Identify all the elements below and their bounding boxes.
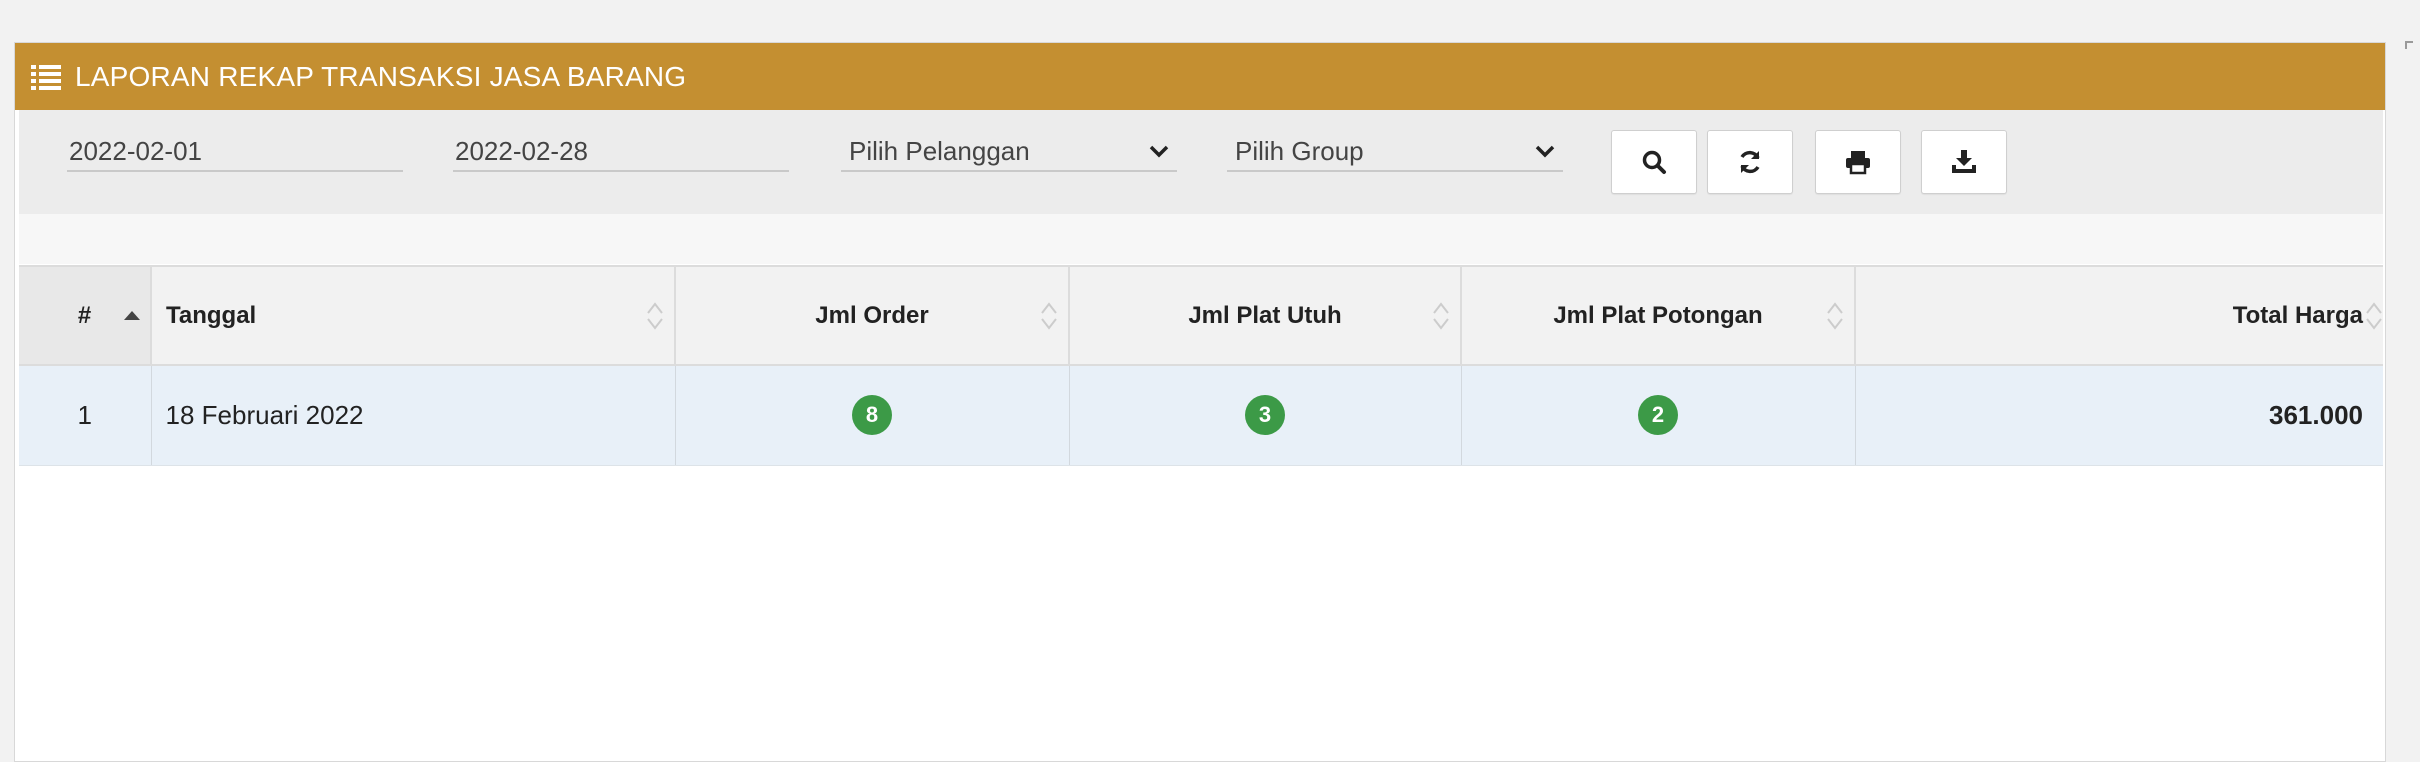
panel-header: LAPORAN REKAP TRANSAKSI JASA BARANG xyxy=(15,43,2385,110)
cell-tanggal: 18 Februari 2022 xyxy=(151,365,676,466)
column-header-label: Jml Order xyxy=(815,301,929,329)
column-header-total-harga[interactable]: Total Harga xyxy=(1855,265,2383,366)
download-icon xyxy=(1952,150,1976,173)
refresh-button[interactable] xyxy=(1707,130,1793,194)
cell-total-harga: 361.000 xyxy=(1855,365,2383,466)
print-button[interactable] xyxy=(1815,130,1901,194)
sort-icon xyxy=(1041,301,1057,330)
cell-jml-plat-utuh: 3 xyxy=(1069,365,1462,466)
column-header-label: Jml Plat Potongan xyxy=(1553,301,1763,329)
customer-select[interactable]: Pilih Pelanggan xyxy=(841,132,1177,172)
date-to-field[interactable]: 2022-02-28 xyxy=(453,132,789,172)
column-header-label: Total Harga xyxy=(2232,301,2363,329)
search-button[interactable] xyxy=(1611,130,1697,194)
sort-asc-icon xyxy=(124,310,140,320)
chevron-down-icon xyxy=(1149,145,1169,158)
list-icon xyxy=(31,62,61,92)
cell-jml-order: 8 xyxy=(675,365,1070,466)
download-button[interactable] xyxy=(1921,130,2007,194)
column-header-label: # xyxy=(77,301,92,329)
report-panel: LAPORAN REKAP TRANSAKSI JASA BARANG 2022… xyxy=(14,42,2386,762)
column-header-tanggal[interactable]: Tanggal xyxy=(151,265,676,366)
print-icon xyxy=(1846,151,1870,175)
chevron-down-icon xyxy=(1535,145,1555,158)
sort-icon xyxy=(1827,301,1843,330)
count-badge: 3 xyxy=(1245,395,1285,436)
column-header-number[interactable]: # xyxy=(19,265,152,366)
report-table: # Tanggal Jml Order Jml Plat Utuh Jml Pl… xyxy=(19,265,2383,466)
group-select[interactable]: Pilih Group xyxy=(1227,132,1563,172)
column-header-jml-plat-potongan[interactable]: Jml Plat Potongan xyxy=(1461,265,1856,366)
resize-corner-icon xyxy=(2405,41,2413,49)
date-from-value: 2022-02-01 xyxy=(69,135,202,166)
date-from-field[interactable]: 2022-02-01 xyxy=(67,132,403,172)
date-to-value: 2022-02-28 xyxy=(455,135,588,166)
count-badge: 8 xyxy=(852,395,892,436)
refresh-icon xyxy=(1740,150,1760,174)
count-badge: 2 xyxy=(1638,395,1678,436)
filter-bar: 2022-02-01 2022-02-28 Pilih Pelanggan Pi… xyxy=(19,110,2383,214)
customer-select-value: Pilih Pelanggan xyxy=(849,135,1030,166)
search-icon xyxy=(1642,150,1666,174)
sort-icon xyxy=(1433,301,1449,330)
table-row[interactable]: 1 18 Februari 2022 8 3 2 361.000 xyxy=(19,365,2383,466)
group-select-value: Pilih Group xyxy=(1235,135,1364,166)
sort-icon xyxy=(2366,301,2382,330)
column-header-jml-plat-utuh[interactable]: Jml Plat Utuh xyxy=(1069,265,1462,366)
page-title: LAPORAN REKAP TRANSAKSI JASA BARANG xyxy=(75,60,687,92)
column-header-label: Tanggal xyxy=(166,301,257,329)
table-header-row: # Tanggal Jml Order Jml Plat Utuh Jml Pl… xyxy=(19,265,2383,366)
column-header-jml-order[interactable]: Jml Order xyxy=(675,265,1070,366)
sort-icon xyxy=(647,301,663,330)
column-header-label: Jml Plat Utuh xyxy=(1188,301,1342,329)
table-toolbar-band xyxy=(19,214,2383,264)
cell-number: 1 xyxy=(19,365,152,466)
cell-jml-plat-potongan: 2 xyxy=(1461,365,1856,466)
